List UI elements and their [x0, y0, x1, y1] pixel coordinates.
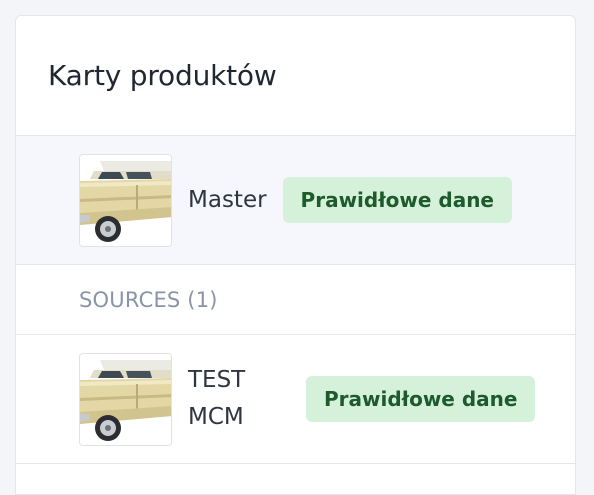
master-label: Master: [188, 186, 267, 213]
panel-header: Karty produktów: [16, 16, 575, 136]
status-badge: Prawidłowe dane: [306, 376, 536, 422]
status-badge: Prawidłowe dane: [282, 177, 512, 223]
product-thumbnail: [79, 352, 172, 446]
source-label: TEST MCM: [188, 367, 246, 430]
panel-title: Karty produktów: [48, 59, 277, 92]
master-product-row[interactable]: Master Prawidłowe dane: [16, 136, 575, 265]
product-thumbnail: [79, 153, 172, 247]
product-cards-panel: Karty produktów Master Prawidłowe dane S…: [15, 15, 576, 495]
sources-heading: SOURCES (1): [16, 265, 575, 335]
source-product-row[interactable]: TEST MCM Prawidłowe dane: [16, 335, 575, 464]
